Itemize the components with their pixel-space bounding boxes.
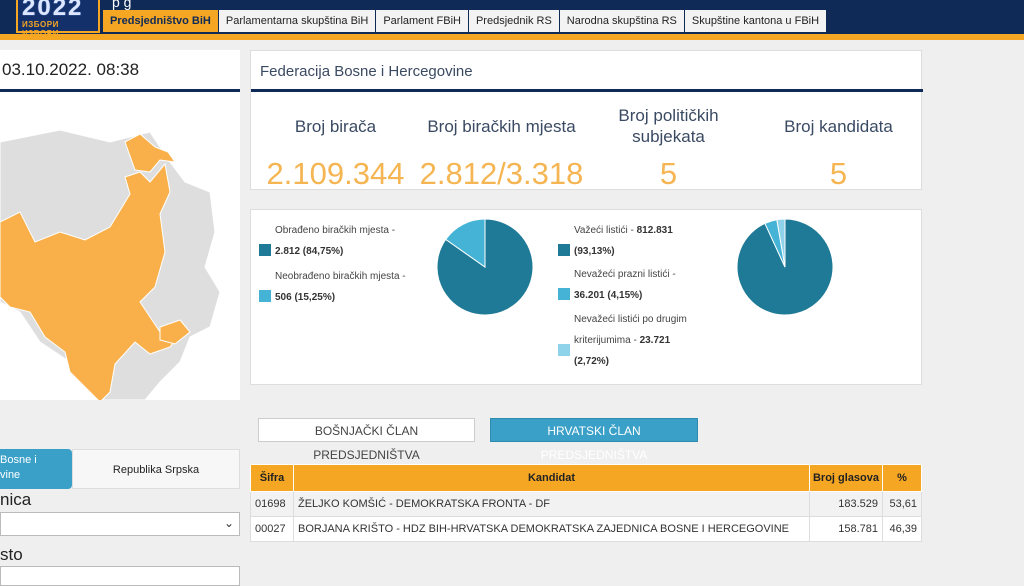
cell-votes: 183.529 [809, 491, 883, 517]
nav-narodna-skupstina-rs[interactable]: Narodna skupština RS [559, 10, 684, 32]
legend-text: Neobrađeno biračkih mjesta - 506 (15,25%) [275, 266, 445, 308]
legend-item: Nevažeći prazni listići - 36.201 (4,15%) [558, 264, 728, 308]
page-title-fragment: p g [112, 0, 132, 10]
legend-text: Nevažeći listići po drugim kriterijumima… [574, 309, 714, 372]
stat-political-subjects: Broj političkih subjekata 5 [586, 101, 751, 192]
cell-code: 01698 [250, 491, 294, 517]
stat-value: 5 [659, 156, 678, 191]
header-accent-stripe [0, 34, 1024, 40]
col-header-percent[interactable]: % [882, 464, 922, 492]
filter-label-2: sto [0, 545, 23, 564]
pie-chart-ballots [736, 218, 834, 316]
nav-parlamentarna-skupstina-bih[interactable]: Parlamentarna skupština BiH [218, 10, 376, 32]
legend-swatch [259, 244, 271, 256]
col-header-code[interactable]: Šifra [250, 464, 294, 492]
legend-label: Važeći listići - [574, 225, 634, 236]
stat-label: Broj biračkih mjesta [427, 116, 576, 136]
table-row[interactable]: 00027 BORJANA KRIŠTO - HDZ BIH-HRVATSKA … [250, 516, 922, 542]
legend-text: Obrađeno biračkih mjesta - 2.812 (84,75%) [275, 220, 445, 262]
map-card: 03.10.2022. 08:38 [0, 50, 240, 400]
stat-label: Broj političkih subjekata [618, 106, 719, 146]
cell-candidate: ŽELJKO KOMŠIĆ - DEMOKRATSKA FRONTA - DF [293, 491, 810, 517]
stat-candidates: Broj kandidata 5 [756, 101, 921, 192]
legend-swatch [259, 290, 271, 302]
pie-chart-polling-stations [436, 218, 534, 316]
results-table: Šifra Kandidat Broj glasova % 01698 ŽELJ… [250, 464, 922, 542]
legend-pct: (4,15%) [607, 290, 643, 301]
legend-value: 23.721 [639, 335, 671, 346]
pie-charts-card: Obrađeno biračkih mjesta - 2.812 (84,75%)… [250, 209, 922, 385]
stat-value: 2.812/3.318 [419, 156, 584, 191]
last-update-datetime: 03.10.2022. 08:38 [2, 60, 140, 79]
tab-fbih[interactable]: Bosne i vine [0, 449, 72, 489]
tab-republika-srpska[interactable]: Republika Srpska [72, 449, 240, 489]
croat-member-button[interactable]: HRVATSKI ČLAN PREDSJEDNIŠTVA [490, 418, 698, 462]
table-header-row: Šifra Kandidat Broj glasova % [250, 464, 922, 492]
cell-percent: 53,61 [882, 491, 922, 517]
divider [0, 89, 240, 92]
stat-voters: Broj birača 2.109.344 [253, 101, 418, 192]
stat-value: 2.109.344 [266, 156, 405, 191]
entity-tabs: Bosne i vine Republika Srpska [0, 449, 240, 489]
legend-swatch [558, 344, 570, 356]
cell-percent: 46,39 [882, 516, 922, 542]
stat-label: Broj birača [294, 116, 377, 136]
legend-swatch [558, 244, 570, 256]
bosniak-member-button[interactable]: BOŠNJAČKI ČLAN PREDSJEDNIŠTVA [258, 418, 475, 462]
chevron-down-icon: ⌄ [223, 516, 234, 530]
legend-text: Nevažeći prazni listići - 36.201 (4,15%) [574, 264, 744, 306]
legend-value: 2.812 (84,75%) [275, 246, 344, 257]
nav-predsjednik-rs[interactable]: Predsjednik RS [468, 10, 559, 32]
filter-select-1[interactable]: ⌄ [0, 512, 240, 536]
legend-item: Neobrađeno biračkih mjesta - 506 (15,25%) [259, 266, 429, 310]
cell-code: 00027 [250, 516, 294, 542]
divider [251, 89, 923, 92]
cell-candidate: BORJANA KRIŠTO - HDZ BIH-HRVATSKA DEMOKR… [293, 516, 810, 542]
table-row[interactable]: 01698 ŽELJKO KOMŠIĆ - DEMOKRATSKA FRONTA… [250, 491, 922, 517]
col-header-votes[interactable]: Broj glasova [809, 464, 883, 492]
legend-label: Neobrađeno biračkih mjesta - [275, 271, 406, 282]
legend-label: Obrađeno biračkih mjesta - [275, 225, 396, 236]
nav-parlament-fbih[interactable]: Parlament FBiH [376, 10, 468, 32]
entity-map[interactable] [0, 102, 240, 400]
top-bar: 2022 ИЗБОРИ ИЗБОРИ p g Predsjedništvo Bi… [0, 0, 1024, 38]
col-header-candidate[interactable]: Kandidat [293, 464, 810, 492]
filter-select-2[interactable] [0, 566, 240, 586]
legend-pct: (93,13%) [574, 246, 615, 257]
elections-logo[interactable]: 2022 ИЗБОРИ ИЗБОРИ [16, 0, 100, 38]
legend-text: Važeći listići - 812.831 (93,13%) [574, 220, 744, 262]
legend-item: Nevažeći listići po drugim kriterijumima… [558, 309, 698, 375]
nav-skupstine-kantona[interactable]: Skupštine kantona u FBiH [684, 10, 827, 32]
tab-fbih-label: Bosne i vine [0, 454, 37, 481]
stats-card: Federacija Bosne i Hercegovine Broj bira… [250, 50, 923, 192]
stat-value: 5 [829, 156, 848, 191]
stats-title: Federacija Bosne i Hercegovine [260, 63, 473, 80]
main-nav: Predsjedništvo BiH Parlamentarna skupšti… [103, 10, 827, 32]
legend-item: Obrađeno biračkih mjesta - 2.812 (84,75%) [259, 220, 429, 264]
legend-value: 36.201 [574, 290, 605, 301]
legend-item: Važeći listići - 812.831 (93,13%) [558, 220, 728, 264]
logo-year: 2022 [22, 0, 84, 21]
legend-label: Nevažeći prazni listići - [574, 269, 676, 280]
cell-votes: 158.781 [809, 516, 883, 542]
legend-swatch [558, 288, 570, 300]
stat-label: Broj kandidata [784, 116, 893, 136]
stat-polling-stations: Broj biračkih mjesta 2.812/3.318 [419, 101, 584, 192]
legend-value: 812.831 [636, 225, 673, 236]
nav-predsjednistvo-bih[interactable]: Predsjedništvo BiH [103, 10, 218, 32]
legend-pct: (2,72%) [574, 356, 610, 367]
legend-value: 506 (15,25%) [275, 292, 336, 303]
filter-label-1: nica [0, 490, 32, 509]
